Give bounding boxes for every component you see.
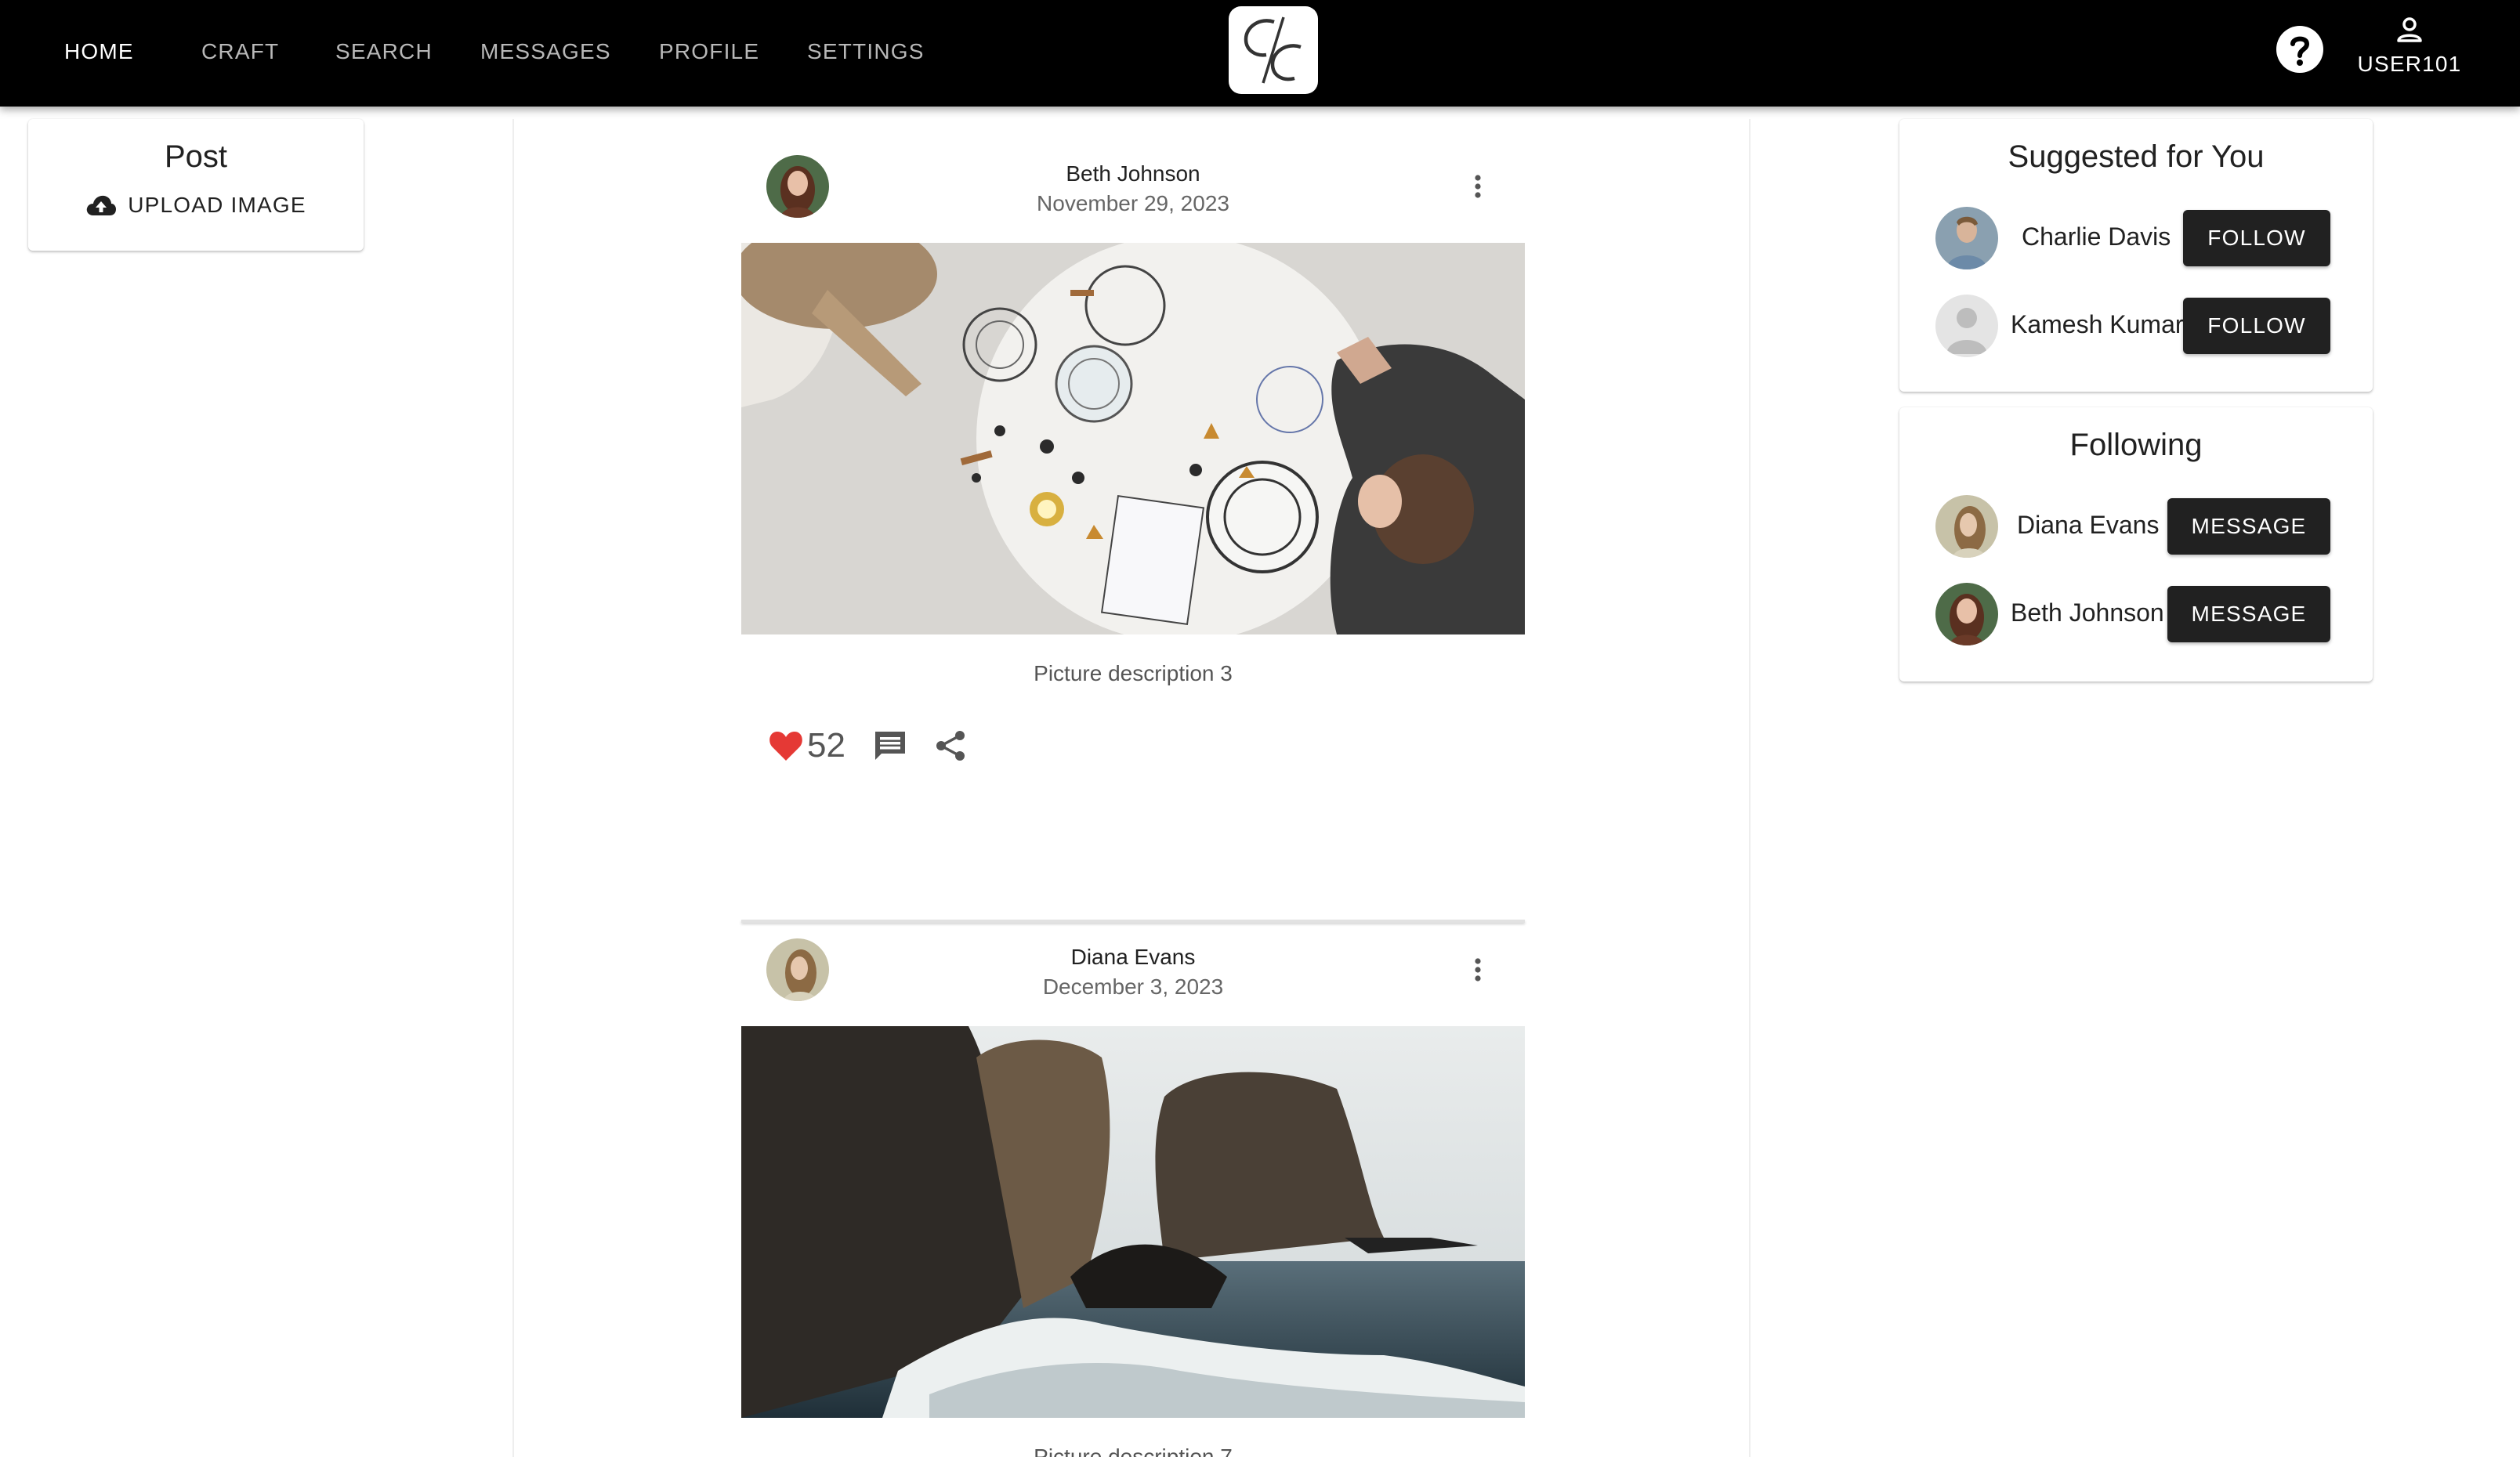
following-title: Following <box>2069 428 2203 462</box>
nav-home[interactable]: HOME <box>64 36 134 67</box>
message-button[interactable]: MESSAGE <box>2167 586 2330 642</box>
user-name[interactable]: Diana Evans <box>2017 511 2159 540</box>
person-outline-icon <box>2397 17 2422 42</box>
follow-button[interactable]: FOLLOW <box>2183 210 2330 266</box>
user-name[interactable]: Beth Johnson <box>2011 598 2164 627</box>
suggested-card: Suggested for You Charlie Davis FOLLOW K… <box>1899 119 2373 392</box>
feed-column: Beth Johnson November 29, 2023 Picture d… <box>512 119 1751 1457</box>
post-card-title: Post <box>164 139 228 174</box>
cc-monogram-logo[interactable] <box>1229 6 1318 94</box>
following-user-row: Beth Johnson MESSAGE <box>1935 583 2335 645</box>
upload-image-label: UPLOAD IMAGE <box>128 193 306 217</box>
nav-profile[interactable]: PROFILE <box>659 36 759 67</box>
suggested-user-row: Charlie Davis FOLLOW <box>1935 207 2335 269</box>
post-author[interactable]: Beth Johnson <box>741 161 1525 186</box>
post-image[interactable] <box>741 1026 1525 1418</box>
post-actions: 52 <box>768 722 968 769</box>
user-avatar[interactable] <box>1935 207 1998 269</box>
post-divider <box>741 920 1525 923</box>
like-count: 52 <box>807 726 845 765</box>
more-vert-icon[interactable] <box>1462 954 1494 985</box>
nav-craft[interactable]: CRAFT <box>201 36 279 67</box>
user-name[interactable]: Charlie Davis <box>2022 222 2171 251</box>
post-card: Post UPLOAD IMAGE <box>28 119 364 251</box>
nav-search[interactable]: SEARCH <box>335 36 433 67</box>
post-description: Picture description 7 <box>1034 1444 1233 1457</box>
user-name[interactable]: Kamesh Kumar <box>2011 310 2184 339</box>
help-circle-icon[interactable] <box>2276 25 2324 74</box>
follow-button[interactable]: FOLLOW <box>2183 298 2330 354</box>
message-button[interactable]: MESSAGE <box>2167 498 2330 555</box>
post-description: Picture description 3 <box>1034 661 1233 685</box>
username-label: USER101 <box>2357 52 2462 76</box>
suggested-title: Suggested for You <box>2008 139 2265 174</box>
user-account-button[interactable]: USER101 <box>2351 14 2468 92</box>
post-date: December 3, 2023 <box>1042 974 1224 999</box>
heart-filled-icon[interactable] <box>768 729 804 762</box>
user-avatar[interactable] <box>1935 583 1998 645</box>
user-avatar[interactable] <box>1935 495 1998 558</box>
post-date: November 29, 2023 <box>1037 191 1229 215</box>
more-vert-icon[interactable] <box>1462 171 1494 202</box>
top-app-bar: HOME CRAFT SEARCH MESSAGES PROFILE SETTI… <box>0 0 2520 107</box>
post-author[interactable]: Diana Evans <box>741 945 1525 970</box>
default-avatar-icon[interactable] <box>1935 295 1998 357</box>
feed-post: Diana Evans December 3, 2023 Picture des… <box>741 938 1525 1457</box>
feed-post: Beth Johnson November 29, 2023 Picture d… <box>741 155 1525 923</box>
following-user-row: Diana Evans MESSAGE <box>1935 495 2335 558</box>
nav-settings[interactable]: SETTINGS <box>807 36 925 67</box>
share-icon[interactable] <box>933 728 968 763</box>
upload-image-button[interactable]: UPLOAD IMAGE <box>28 193 364 218</box>
post-image[interactable] <box>741 243 1525 634</box>
nav-messages[interactable]: MESSAGES <box>480 36 611 67</box>
suggested-user-row: Kamesh Kumar FOLLOW <box>1935 295 2335 357</box>
cloud-upload-icon <box>86 195 117 215</box>
following-card: Following Diana Evans MESSAGE Beth Johns… <box>1899 407 2373 682</box>
comment-icon[interactable] <box>872 728 908 763</box>
